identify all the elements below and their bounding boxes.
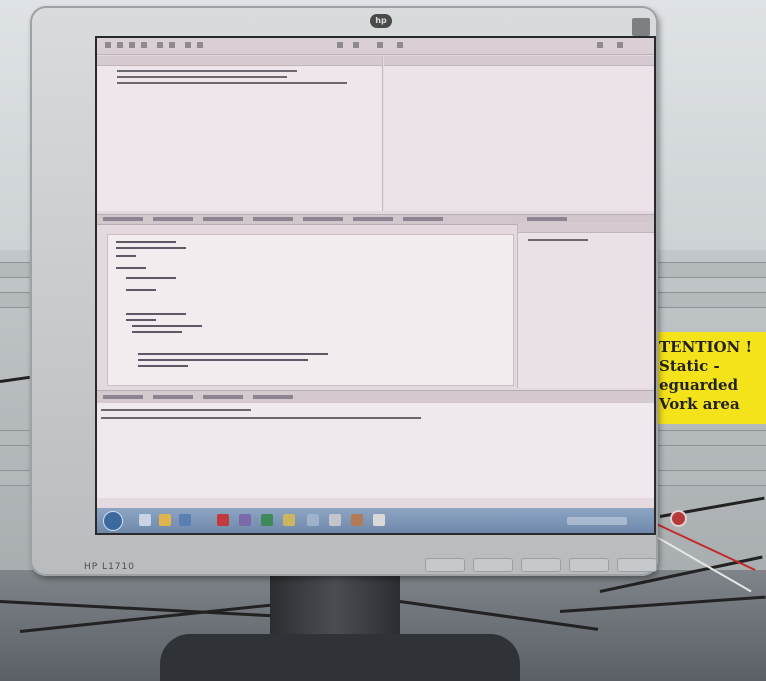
toolbar-icon[interactable] [141, 42, 147, 48]
taskbar-icon[interactable] [351, 514, 363, 526]
console-tab[interactable] [203, 395, 243, 399]
monitor-button[interactable] [473, 558, 513, 572]
monitor-stand-neck [270, 576, 400, 636]
taskbar-icon[interactable] [373, 514, 385, 526]
code-line [126, 319, 156, 321]
taskbar-icon[interactable] [179, 514, 191, 526]
text-line [117, 76, 287, 78]
taskbar-icon[interactable] [261, 514, 273, 526]
toolbar-icon[interactable] [105, 42, 111, 48]
toolbar-icon[interactable] [117, 42, 123, 48]
taskbar-icon[interactable] [239, 514, 251, 526]
pane-header [518, 223, 654, 233]
pane-header [97, 56, 382, 66]
editor-tab[interactable] [353, 217, 393, 221]
energy-badge-icon [632, 18, 650, 36]
ide-toolbar [97, 38, 654, 55]
code-line [132, 325, 202, 327]
toolbar-icon[interactable] [337, 42, 343, 48]
monitor-button[interactable] [425, 558, 465, 572]
monitor-button[interactable] [569, 558, 609, 572]
editor-tab[interactable] [203, 217, 243, 221]
code-line [116, 267, 146, 269]
model-label: HP L1710 [84, 562, 135, 572]
sign-line-3: eguarded [659, 376, 739, 394]
toolbar-icon[interactable] [169, 42, 175, 48]
console-tab[interactable] [253, 395, 293, 399]
code-line [138, 365, 188, 367]
toolbar-icon[interactable] [185, 42, 191, 48]
code-line [116, 247, 186, 249]
console-output [97, 403, 654, 498]
taskbar-icon[interactable] [283, 514, 295, 526]
editor-tab[interactable] [153, 217, 193, 221]
power-button[interactable] [670, 510, 687, 527]
toolbar-icon[interactable] [597, 42, 603, 48]
windows-taskbar [97, 508, 654, 533]
editor-tab[interactable] [253, 217, 293, 221]
toolbar-icon[interactable] [157, 42, 163, 48]
console-tab[interactable] [153, 395, 193, 399]
monitor-screen [95, 36, 656, 535]
system-tray[interactable] [567, 517, 627, 525]
taskbar-icon[interactable] [159, 514, 171, 526]
taskbar-icon[interactable] [307, 514, 319, 526]
code-line [138, 359, 308, 361]
editor-tab[interactable] [303, 217, 343, 221]
start-button[interactable] [103, 511, 123, 531]
taskbar-icon[interactable] [217, 514, 229, 526]
console-tab-bar [97, 390, 654, 403]
outline-side-panel [517, 223, 654, 388]
editor-tab[interactable] [403, 217, 443, 221]
sign-line-1: TENTION ! [659, 338, 753, 356]
monitor-button[interactable] [617, 558, 657, 572]
editor-tab[interactable] [103, 217, 143, 221]
code-line [126, 313, 186, 315]
code-line [132, 331, 182, 333]
text-line [117, 82, 347, 84]
hp-logo-icon: hp [370, 14, 392, 28]
code-editor[interactable] [107, 234, 514, 386]
code-line [138, 353, 328, 355]
monitor-stand-base [160, 634, 520, 681]
sign-line-4: Vork area [659, 395, 740, 413]
toolbar-icon[interactable] [397, 42, 403, 48]
toolbar-icon[interactable] [353, 42, 359, 48]
text-line [101, 417, 421, 419]
editor-tab[interactable] [527, 217, 567, 221]
taskbar-icon[interactable] [329, 514, 341, 526]
sign-line-2: Static - [659, 357, 720, 375]
text-line [101, 409, 251, 411]
code-line [126, 277, 176, 279]
code-line [126, 289, 156, 291]
taskbar-icon[interactable] [139, 514, 151, 526]
toolbar-icon[interactable] [129, 42, 135, 48]
toolbar-icon[interactable] [377, 42, 383, 48]
text-line [528, 239, 588, 241]
text-line [117, 70, 297, 72]
toolbar-icon[interactable] [617, 42, 623, 48]
code-line [116, 255, 136, 257]
monitor-bezel: hp HP L1710 [30, 6, 687, 576]
static-warning-sign: TENTION ! Static - eguarded Vork area [655, 332, 766, 424]
console-tab[interactable] [103, 395, 143, 399]
monitor-control-buttons [425, 558, 657, 572]
monitor-button[interactable] [521, 558, 561, 572]
code-line [116, 241, 176, 243]
properties-pane [384, 56, 654, 211]
outline-pane [97, 56, 383, 211]
toolbar-icon[interactable] [197, 42, 203, 48]
pane-header [384, 56, 654, 66]
